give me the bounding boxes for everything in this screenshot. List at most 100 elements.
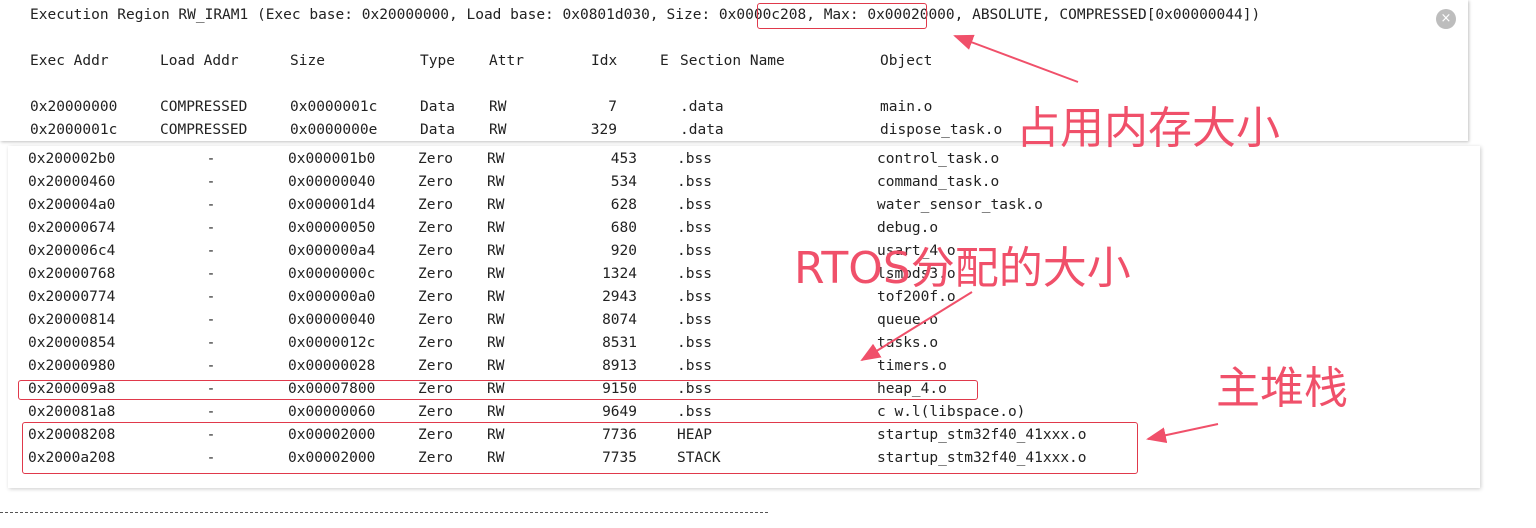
object: water_sensor_task.o <box>877 197 1043 213</box>
col-type: Type <box>420 53 455 69</box>
size: 0x00000028 <box>288 358 376 374</box>
section-name: .bss <box>677 266 712 282</box>
attr: RW <box>487 358 505 374</box>
exec-addr: 0x200002b0 <box>28 151 116 167</box>
exec-addr: 0x200004a0 <box>28 197 116 213</box>
heap-stack-highlight-box <box>22 422 1138 474</box>
object: c w.l(libspace.o) <box>877 404 1026 420</box>
object: main.o <box>880 99 933 115</box>
section-name: .data <box>680 99 724 115</box>
col-object: Object <box>880 53 933 69</box>
attr: RW <box>487 243 505 259</box>
section-name: .data <box>680 122 724 138</box>
section-name: .bss <box>677 243 712 259</box>
section-name: .bss <box>677 404 712 420</box>
type: Zero <box>418 335 453 351</box>
object: control_task.o <box>877 151 1000 167</box>
rtos-alloc-annotation: RTOS分配的大小 <box>794 243 1131 294</box>
idx: 329 <box>590 122 617 138</box>
idx: 453 <box>610 151 637 167</box>
exec-addr: 0x20000768 <box>28 266 116 282</box>
attr: RW <box>487 220 505 236</box>
main-stack-annotation: 主堆栈 <box>1216 363 1348 414</box>
size-highlight-box <box>757 3 927 29</box>
size: 0x0000001c <box>290 99 378 115</box>
idx: 1324 <box>602 266 637 282</box>
exec-addr: 0x200006c4 <box>28 243 116 259</box>
col-idx: Idx <box>591 53 618 69</box>
attr: RW <box>487 404 505 420</box>
size: 0x00000040 <box>288 174 376 190</box>
exec-addr: 0x2000001c <box>30 122 118 138</box>
size: 0x000000a4 <box>288 243 376 259</box>
idx: 7 <box>608 99 617 115</box>
col-section-name: Section Name <box>680 53 785 69</box>
size: 0x0000000e <box>290 122 378 138</box>
attr: RW <box>487 174 505 190</box>
exec-addr: 0x20000000 <box>30 99 118 115</box>
size: 0x0000012c <box>288 335 376 351</box>
type: Zero <box>418 197 453 213</box>
exec-addr: 0x200081a8 <box>28 404 116 420</box>
type: Data <box>420 122 455 138</box>
load-addr: - <box>206 335 216 351</box>
load-addr: - <box>206 404 216 420</box>
type: Zero <box>418 289 453 305</box>
type: Data <box>420 99 455 115</box>
col-attr: Attr <box>489 53 524 69</box>
load-addr: - <box>206 266 216 282</box>
size: 0x00000060 <box>288 404 376 420</box>
section-name: .bss <box>677 174 712 190</box>
attr: RW <box>489 99 507 115</box>
type: Zero <box>418 243 453 259</box>
load-addr: - <box>206 312 216 328</box>
load-addr: - <box>206 174 216 190</box>
type: Zero <box>418 358 453 374</box>
object: tasks.o <box>877 335 939 351</box>
col-size: Size <box>290 53 325 69</box>
idx: 680 <box>610 220 637 236</box>
type: Zero <box>418 220 453 236</box>
load-addr: - <box>206 358 216 374</box>
attr: RW <box>487 335 505 351</box>
attr: RW <box>487 312 505 328</box>
section-name: .bss <box>677 312 712 328</box>
load-addr: COMPRESSED <box>160 122 248 138</box>
load-addr: - <box>206 151 216 167</box>
idx: 2943 <box>602 289 637 305</box>
load-addr: - <box>206 197 216 213</box>
object: dispose_task.o <box>880 122 1003 138</box>
idx: 8531 <box>602 335 637 351</box>
close-icon[interactable]: × <box>1436 9 1456 29</box>
exec-addr: 0x20000774 <box>28 289 116 305</box>
section-name: .bss <box>677 289 712 305</box>
idx: 8913 <box>602 358 637 374</box>
exec-addr: 0x20000814 <box>28 312 116 328</box>
idx: 628 <box>610 197 637 213</box>
size: 0x00000050 <box>288 220 376 236</box>
attr: RW <box>487 289 505 305</box>
section-name: .bss <box>677 151 712 167</box>
attr: RW <box>489 122 507 138</box>
object: queue.o <box>877 312 939 328</box>
heap4-highlight-box <box>18 380 978 400</box>
type: Zero <box>418 312 453 328</box>
col-exec-addr: Exec Addr <box>30 53 109 69</box>
exec-addr: 0x20000854 <box>28 335 116 351</box>
attr: RW <box>487 266 505 282</box>
size: 0x000000a0 <box>288 289 376 305</box>
type: Zero <box>418 151 453 167</box>
section-name: .bss <box>677 197 712 213</box>
section-name: .bss <box>677 220 712 236</box>
execution-region-header: Execution Region RW_IRAM1 (Exec base: 0x… <box>30 7 1260 23</box>
size: 0x00000040 <box>288 312 376 328</box>
type: Zero <box>418 174 453 190</box>
attr: RW <box>487 151 505 167</box>
section-name: .bss <box>677 358 712 374</box>
load-addr: - <box>206 243 216 259</box>
idx: 9649 <box>602 404 637 420</box>
size: 0x000001d4 <box>288 197 376 213</box>
idx: 8074 <box>602 312 637 328</box>
object: timers.o <box>877 358 947 374</box>
idx: 534 <box>610 174 637 190</box>
